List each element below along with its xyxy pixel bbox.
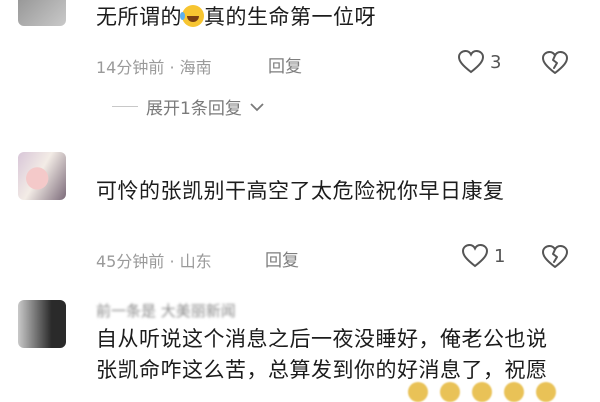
emoji-icon <box>504 382 524 402</box>
emoji-icon <box>440 382 460 402</box>
comment-meta: 14分钟前 · 海南 <box>96 54 212 78</box>
dislike-button[interactable] <box>542 245 568 273</box>
like-count: 1 <box>494 245 506 267</box>
reply-button[interactable]: 回复 <box>265 246 299 271</box>
like-count: 3 <box>490 51 502 73</box>
expand-replies-button[interactable]: 展开1条回复 <box>112 94 264 119</box>
comment-location: 海南 <box>179 58 212 77</box>
separator: · <box>169 252 175 271</box>
avatar[interactable] <box>18 152 66 200</box>
emoji-icon <box>408 382 428 402</box>
comment-time: 45分钟前 <box>96 252 165 271</box>
avatar[interactable] <box>18 0 66 26</box>
dislike-button[interactable] <box>542 51 568 79</box>
heart-icon <box>458 50 484 74</box>
comment-time: 14分钟前 <box>96 58 165 77</box>
comment-text-part: 无所谓的 <box>96 5 182 29</box>
broken-heart-icon <box>542 51 568 74</box>
emoji-icon <box>472 382 492 402</box>
comment-text-part: 真的生命第一位呀 <box>204 5 376 29</box>
avatar[interactable] <box>18 300 66 348</box>
comment-text: 自从听说这个消息之后一夜没睡好，俺老公也说张凯命咋这么苦，总算发到你的好消息了，… <box>96 327 548 382</box>
divider <box>112 106 138 107</box>
comment-text: 无所谓的 真的生命第一位呀 <box>96 2 566 33</box>
like-button[interactable]: 1 <box>462 244 505 268</box>
comment-meta: 45分钟前 · 山东 <box>96 248 212 272</box>
quoted-text: 前一条是 大美丽新闻 <box>96 302 236 320</box>
like-button[interactable]: 3 <box>458 50 501 74</box>
comment-location: 山东 <box>179 252 212 271</box>
reply-button[interactable]: 回复 <box>268 52 302 77</box>
separator: · <box>169 58 175 77</box>
broken-heart-icon <box>542 245 568 268</box>
comment-text: 可怜的张凯别干高空了太危险祝你早日康复 <box>96 179 505 203</box>
heart-icon <box>462 244 488 268</box>
emoji-icon <box>536 382 556 402</box>
laughing-tears-icon <box>180 5 204 27</box>
chevron-down-icon <box>250 102 264 111</box>
expand-replies-label: 展开1条回复 <box>146 99 242 119</box>
